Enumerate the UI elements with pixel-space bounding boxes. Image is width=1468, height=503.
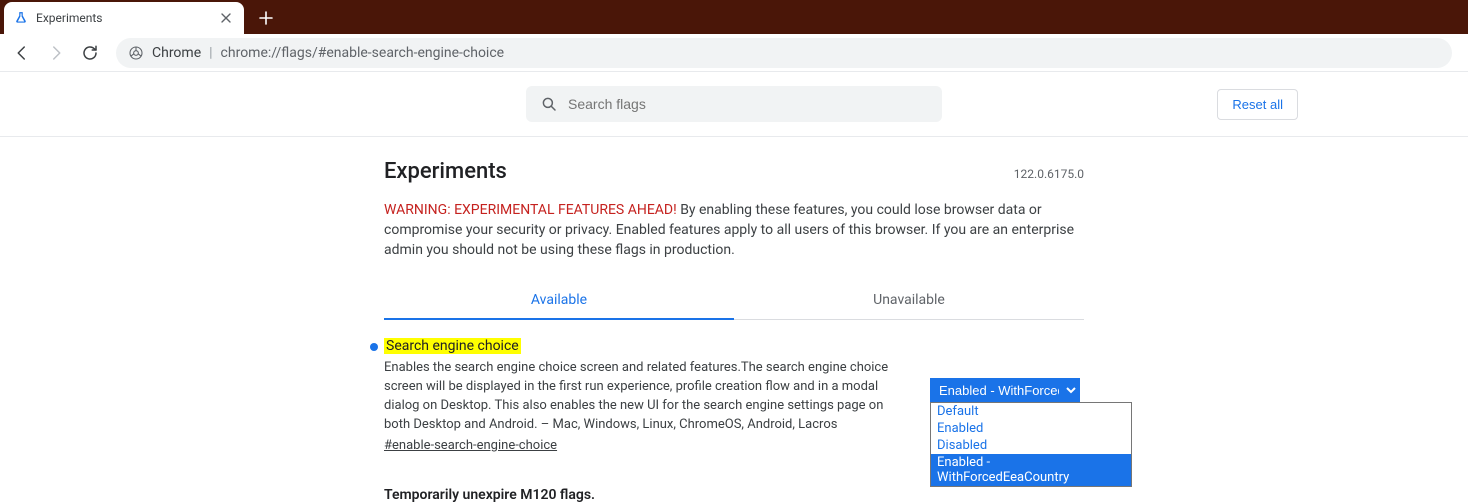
version-text: 122.0.6175.0 — [1014, 167, 1084, 181]
search-box[interactable] — [526, 86, 942, 122]
address-bar-separator: | — [209, 45, 212, 61]
search-icon — [540, 95, 558, 113]
flag-select[interactable]: Enabled - WithForcedEeaCountry — [930, 378, 1080, 402]
forward-button[interactable] — [42, 39, 70, 67]
flag-tabs: Available Unavailable — [384, 282, 1084, 320]
flag-title: Search engine choice — [384, 338, 521, 354]
back-button[interactable] — [8, 39, 36, 67]
modified-dot-icon — [370, 343, 378, 351]
tab-available[interactable]: Available — [384, 282, 734, 320]
flag-item: Search engine choice Enables the search … — [384, 338, 1084, 453]
search-row: Reset all — [0, 72, 1468, 137]
titlebar: Experiments — [0, 0, 1468, 34]
dropdown-option-enabled[interactable]: Enabled — [931, 420, 1131, 437]
address-bar-scheme: Chrome — [152, 45, 201, 61]
page-body: Reset all Experiments 122.0.6175.0 WARNI… — [0, 72, 1468, 503]
flask-icon — [14, 11, 28, 25]
tab-unavailable[interactable]: Unavailable — [734, 282, 1084, 319]
new-tab-button[interactable] — [252, 4, 280, 32]
browser-tab[interactable]: Experiments — [4, 2, 244, 34]
warning-prefix: WARNING: EXPERIMENTAL FEATURES AHEAD! — [384, 202, 677, 218]
flag-description: Enables the search engine choice screen … — [384, 358, 910, 434]
close-icon[interactable] — [218, 10, 234, 26]
address-bar[interactable]: Chrome | chrome://flags/#enable-search-e… — [116, 38, 1452, 68]
dropdown-option-disabled[interactable]: Disabled — [931, 437, 1131, 454]
address-bar-url: chrome://flags/#enable-search-engine-cho… — [221, 45, 505, 61]
toolbar: Chrome | chrome://flags/#enable-search-e… — [0, 34, 1468, 72]
search-input[interactable] — [568, 96, 928, 112]
dropdown-option-enabled-forced[interactable]: Enabled - WithForcedEeaCountry — [931, 454, 1131, 486]
reload-button[interactable] — [76, 39, 104, 67]
flag-title-next: Temporarily unexpire M120 flags. — [384, 487, 1084, 503]
page-title: Experiments — [384, 159, 507, 184]
chrome-icon — [128, 45, 144, 61]
flag-dropdown: Default Enabled Disabled Enabled - WithF… — [930, 402, 1132, 487]
tab-title: Experiments — [36, 11, 212, 25]
dropdown-option-default[interactable]: Default — [931, 403, 1131, 420]
flag-hash-link[interactable]: #enable-search-engine-choice — [384, 438, 910, 453]
reset-all-button[interactable]: Reset all — [1217, 89, 1298, 120]
warning-text: WARNING: EXPERIMENTAL FEATURES AHEAD! By… — [384, 200, 1084, 260]
